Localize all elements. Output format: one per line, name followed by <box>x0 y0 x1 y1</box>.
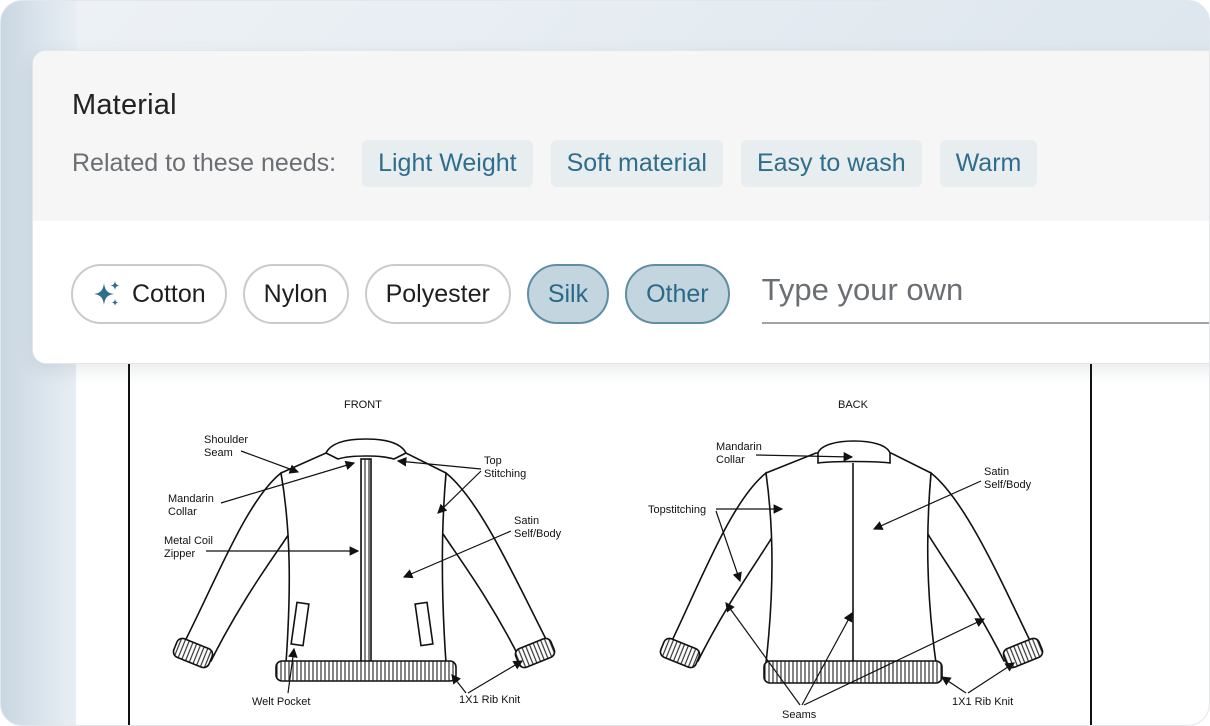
option-silk[interactable]: Silk <box>526 264 610 324</box>
material-selection-card: Material Related to these needs: Light W… <box>32 50 1209 364</box>
option-other[interactable]: Other <box>625 264 730 324</box>
label-shoulder-seam-2: Seam <box>204 447 233 459</box>
jacket-diagram-svg: FRONT Shoulder Seam Mandarin Collar Meta… <box>128 331 1092 725</box>
label-satin-front-2: Self/Body <box>514 528 562 540</box>
app-frame: FRONT Shoulder Seam Mandarin Collar Meta… <box>0 0 1210 726</box>
section-title: Material <box>72 89 177 121</box>
label-top-stitching-1: Top <box>484 455 502 467</box>
label-top-stitching-2: Stitching <box>484 468 526 480</box>
option-other-label: Other <box>646 279 709 308</box>
need-chip-easy-to-wash: Easy to wash <box>740 139 922 187</box>
option-cotton-label: Cotton <box>132 279 206 308</box>
label-shoulder-seam-1: Shoulder <box>204 434 248 446</box>
option-polyester[interactable]: Polyester <box>364 264 511 324</box>
label-topstitching: Topstitching <box>648 504 706 516</box>
label-back-collar-1: Mandarin <box>716 441 762 453</box>
needs-label: Related to these needs: <box>72 148 337 177</box>
jacket-spec-diagram: FRONT Shoulder Seam Mandarin Collar Meta… <box>76 331 1209 725</box>
label-mandarin-collar-2: Collar <box>168 506 197 518</box>
material-options: Cotton Nylon Polyester Silk Other <box>71 262 1209 326</box>
option-cotton[interactable]: Cotton <box>71 264 227 324</box>
need-chip-soft-material: Soft material <box>550 139 723 187</box>
related-needs-row: Related to these needs: Light Weight Sof… <box>72 139 1055 187</box>
option-polyester-label: Polyester <box>385 279 490 308</box>
label-satin-back-1: Satin <box>984 466 1009 478</box>
need-chip-light-weight: Light Weight <box>362 139 533 187</box>
label-rib-knit-front: 1X1 Rib Knit <box>459 694 520 706</box>
label-satin-back-2: Self/Body <box>984 479 1032 491</box>
label-rib-knit-back: 1X1 Rib Knit <box>952 696 1013 708</box>
back-title: BACK <box>838 399 869 411</box>
label-welt-pocket: Welt Pocket <box>252 696 311 708</box>
custom-material-input[interactable] <box>761 264 1209 324</box>
sparkle-icon <box>94 281 120 306</box>
option-nylon-label: Nylon <box>263 279 328 308</box>
option-nylon[interactable]: Nylon <box>242 264 349 324</box>
label-back-collar-2: Collar <box>716 454 745 466</box>
option-silk-label: Silk <box>547 279 589 308</box>
label-zipper-2: Zipper <box>164 548 196 560</box>
label-seams: Seams <box>782 709 817 721</box>
front-title: FRONT <box>344 399 382 411</box>
label-satin-front-1: Satin <box>514 515 539 527</box>
label-mandarin-collar-1: Mandarin <box>168 493 214 505</box>
need-chip-warm: Warm <box>939 139 1038 187</box>
label-zipper-1: Metal Coil <box>164 535 213 547</box>
card-header-area: Material Related to these needs: Light W… <box>33 51 1209 221</box>
